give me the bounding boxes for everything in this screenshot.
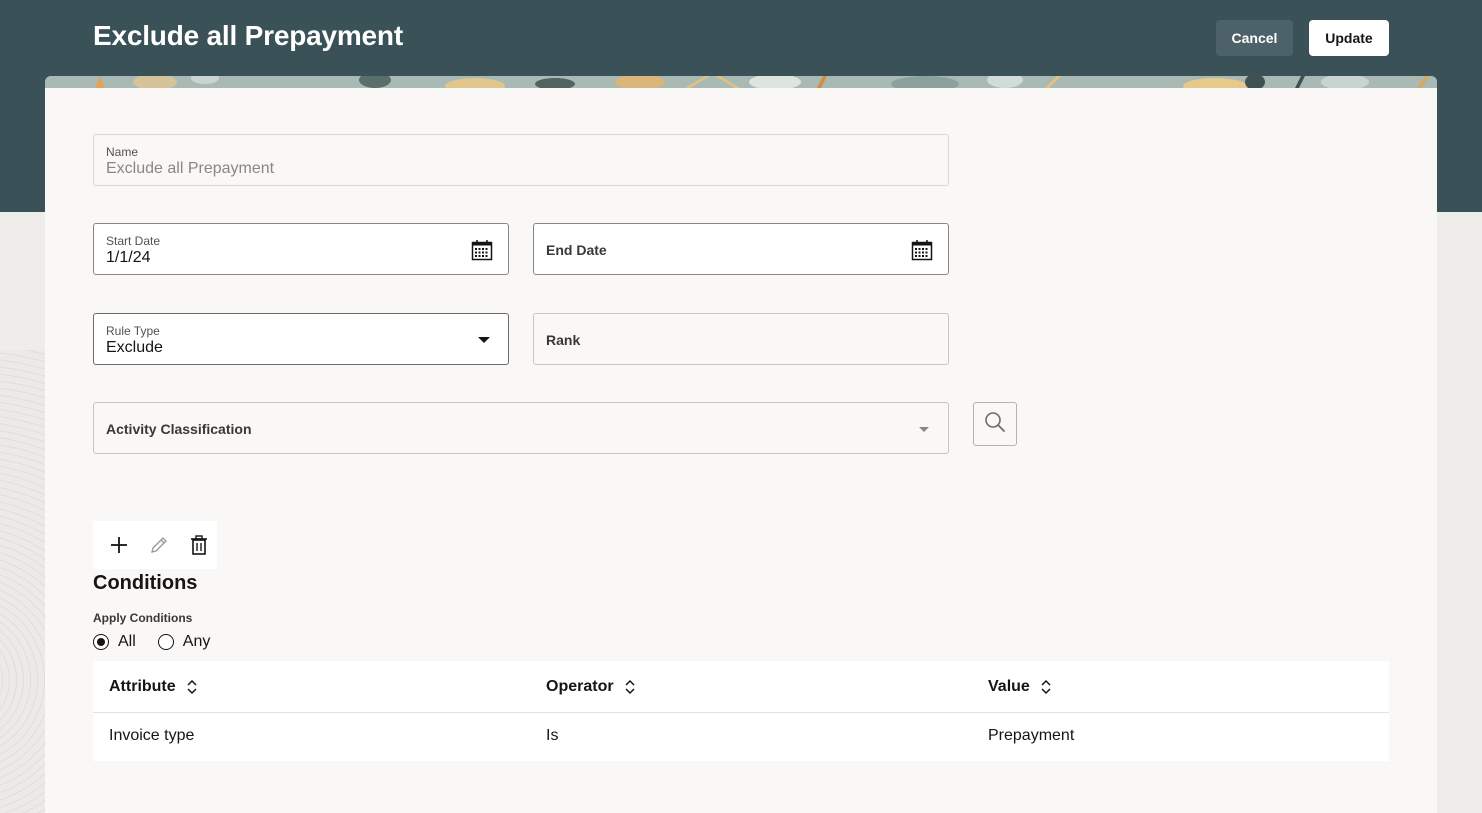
- sort-icon[interactable]: [1040, 679, 1052, 695]
- conditions-title: Conditions: [93, 572, 198, 594]
- radio-all-label: All: [118, 633, 136, 650]
- chevron-down-icon[interactable]: [472, 328, 496, 352]
- background-pattern: [0, 350, 45, 813]
- name-value: Exclude all Prepayment: [106, 160, 275, 177]
- column-header-operator[interactable]: Operator: [546, 661, 636, 713]
- trash-icon[interactable]: [187, 533, 211, 557]
- activity-classification-label: Activity Classification: [106, 421, 252, 437]
- conditions-toolbar: [93, 521, 217, 569]
- column-value-label: Value: [988, 678, 1030, 695]
- radio-button-selected[interactable]: [93, 634, 109, 650]
- pencil-icon[interactable]: [147, 533, 171, 557]
- conditions-table: Attribute Operator Value Invoice type Is…: [93, 661, 1389, 761]
- cell-value: Prepayment: [988, 727, 1075, 744]
- start-date-field[interactable]: Start Date 1/1/24: [93, 223, 509, 275]
- rule-type-value: Exclude: [106, 339, 163, 356]
- rank-field[interactable]: Rank: [533, 313, 949, 365]
- radio-any-label: Any: [182, 633, 211, 650]
- update-button[interactable]: Update: [1309, 20, 1389, 56]
- radio-any[interactable]: Any: [157, 633, 211, 651]
- rule-type-label: Rule Type: [106, 324, 160, 338]
- rule-type-select[interactable]: Rule Type Exclude: [93, 313, 509, 365]
- plus-icon[interactable]: [107, 533, 131, 557]
- apply-conditions-label: Apply Conditions: [93, 611, 193, 625]
- decorative-banner: [45, 76, 1437, 88]
- column-header-attribute[interactable]: Attribute: [109, 661, 198, 713]
- start-date-label: Start Date: [106, 234, 161, 248]
- name-label: Name: [106, 145, 139, 159]
- radio-all[interactable]: All: [93, 633, 136, 651]
- cell-attribute: Invoice type: [109, 727, 195, 744]
- start-date-value: 1/1/24: [106, 249, 151, 266]
- calendar-icon[interactable]: [910, 238, 934, 262]
- page-title: Exclude all Prepayment: [93, 20, 403, 51]
- column-operator-label: Operator: [546, 678, 614, 695]
- chevron-down-icon[interactable]: [912, 417, 936, 441]
- cancel-button[interactable]: Cancel: [1216, 20, 1293, 56]
- table-header: Attribute Operator Value: [93, 661, 1389, 713]
- calendar-icon[interactable]: [470, 238, 494, 262]
- sort-icon[interactable]: [186, 679, 198, 695]
- cell-operator: Is: [546, 727, 559, 744]
- search-icon: [984, 411, 1006, 438]
- end-date-label: End Date: [546, 242, 607, 258]
- rank-label: Rank: [546, 332, 581, 348]
- end-date-field[interactable]: End Date: [533, 223, 949, 275]
- sort-icon[interactable]: [624, 679, 636, 695]
- column-attribute-label: Attribute: [109, 678, 176, 695]
- name-field[interactable]: Name Exclude all Prepayment: [93, 134, 949, 186]
- search-button[interactable]: [973, 402, 1017, 446]
- activity-classification-select[interactable]: Activity Classification: [93, 402, 949, 454]
- apply-conditions-radio-group: All Any: [93, 633, 210, 651]
- radio-button[interactable]: [157, 634, 174, 650]
- column-header-value[interactable]: Value: [988, 661, 1052, 713]
